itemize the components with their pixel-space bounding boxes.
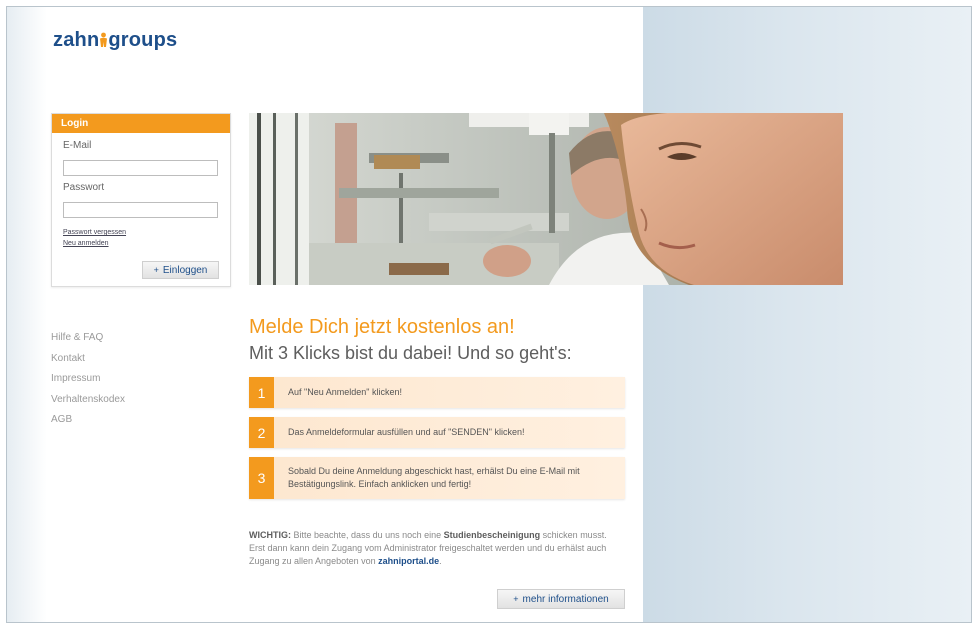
nav-item-terms[interactable]: AGB — [51, 414, 125, 435]
step-text: Sobald Du deine Anmeldung abgeschickt ha… — [288, 466, 580, 489]
important-notice: WICHTIG: Bitte beachte, dass du uns noch… — [249, 529, 621, 568]
notice-end: . — [439, 556, 442, 566]
portal-link[interactable]: zahniportal.de — [378, 556, 439, 566]
forgot-password-link[interactable]: Passwort vergessen — [63, 229, 126, 236]
logo-text-groups: groups — [108, 29, 178, 51]
plus-icon: + — [513, 594, 519, 604]
left-shade — [7, 7, 47, 622]
more-info-button[interactable]: + mehr informationen — [497, 589, 625, 609]
step-number: 1 — [249, 377, 274, 408]
page: zahn groups Login E-Mail Passwort Passwor… — [6, 6, 972, 623]
hero-image — [249, 113, 843, 285]
page-headline: Melde Dich jetzt kostenlos an! — [249, 316, 515, 338]
step-3: 3 Sobald Du deine Anmeldung abgeschickt … — [249, 457, 625, 499]
step-1: 1 Auf "Neu Anmelden" klicken! — [249, 377, 625, 408]
more-info-label: mehr informationen — [522, 594, 609, 605]
right-background-panel — [643, 7, 971, 622]
tooth-person-icon — [99, 29, 108, 51]
nav-item-code-of-conduct[interactable]: Verhaltenskodex — [51, 394, 125, 415]
email-label: E-Mail — [63, 140, 92, 151]
register-link[interactable]: Neu anmelden — [63, 240, 109, 247]
step-text: Das Anmeldeformular ausfüllen und auf "S… — [288, 427, 525, 437]
logo-text-zahn: zahn — [53, 29, 100, 51]
logo[interactable]: zahn groups — [53, 29, 177, 52]
nav-item-help[interactable]: Hilfe & FAQ — [51, 332, 125, 353]
step-text: Auf "Neu Anmelden" klicken! — [288, 387, 402, 397]
notice-bold-term: Studienbescheinigung — [443, 530, 541, 540]
page-subline: Mit 3 Klicks bist du dabei! Und so geht'… — [249, 343, 572, 363]
notice-text-1: Bitte beachte, dass du uns noch eine — [293, 530, 442, 540]
step-number: 2 — [249, 417, 274, 448]
password-label: Passwort — [63, 182, 105, 193]
email-field[interactable] — [63, 160, 218, 176]
step-number: 3 — [249, 457, 274, 499]
nav-item-contact[interactable]: Kontakt — [51, 353, 125, 374]
password-field[interactable] — [63, 202, 218, 218]
notice-label: WICHTIG: — [249, 530, 291, 540]
side-nav: Hilfe & FAQ Kontakt Impressum Verhaltens… — [51, 332, 125, 435]
login-box: Login E-Mail Passwort Passwort vergessen… — [51, 113, 231, 287]
login-button[interactable]: + Einloggen — [142, 261, 219, 279]
step-2: 2 Das Anmeldeformular ausfüllen und auf … — [249, 417, 625, 448]
plus-icon: + — [153, 265, 159, 275]
login-title: Login — [52, 114, 230, 133]
nav-item-imprint[interactable]: Impressum — [51, 373, 125, 394]
login-button-label: Einloggen — [162, 265, 208, 276]
